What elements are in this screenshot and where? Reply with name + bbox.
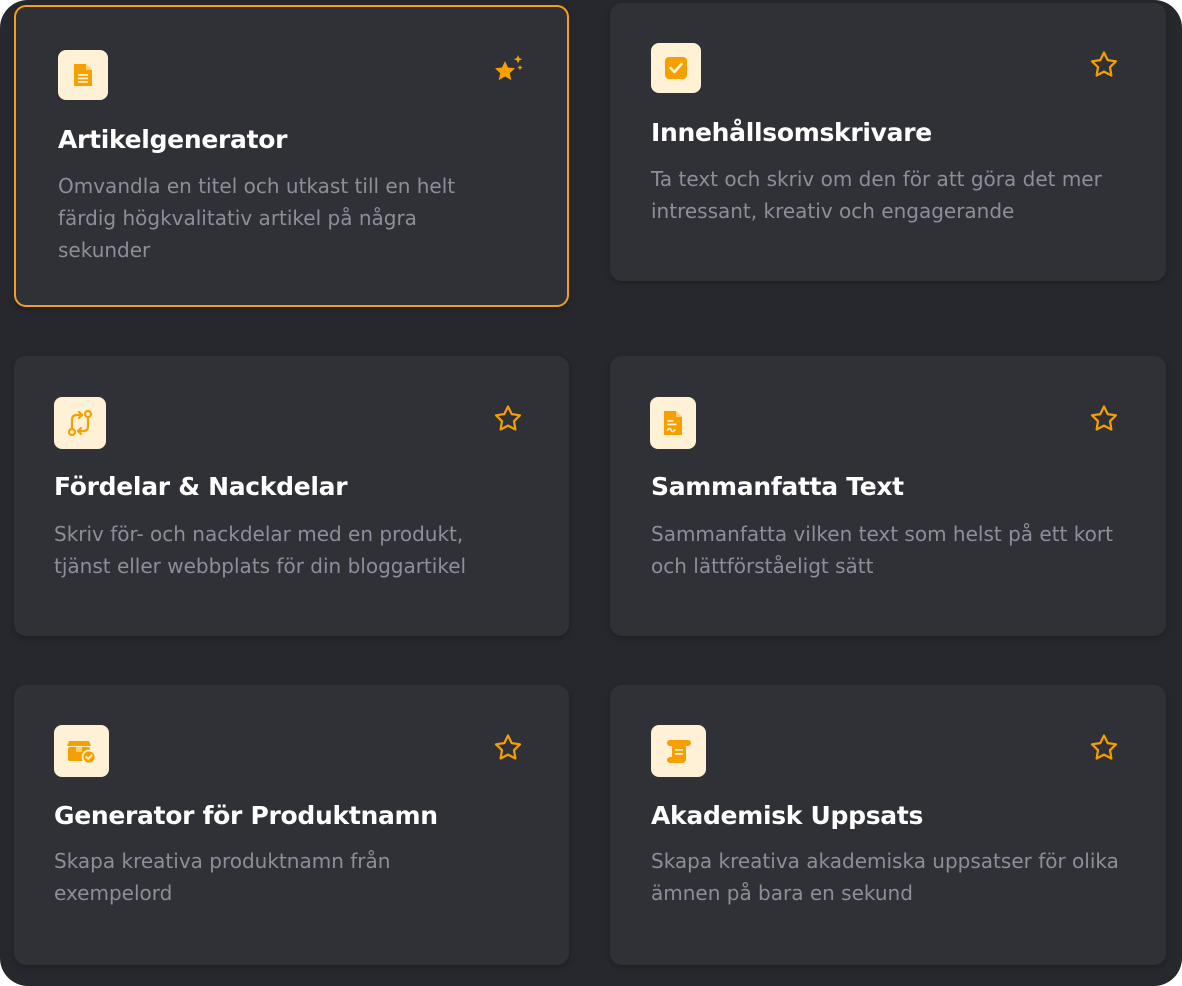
product-box-icon (54, 725, 109, 777)
card-title: Sammanfatta Text (651, 472, 904, 501)
card-title: Akademisk Uppsats (651, 801, 924, 830)
tool-card-sammanfatta-text[interactable]: Sammanfatta Text Sammanfatta vilken text… (610, 356, 1166, 636)
document-icon (58, 50, 108, 100)
star-outline-icon[interactable] (1087, 731, 1121, 765)
star-outline-icon[interactable] (1087, 48, 1121, 82)
card-description: Skapa kreativa akademiska uppsatser för … (651, 849, 1119, 905)
star-outline-icon[interactable] (491, 402, 525, 436)
compare-arrows-icon (54, 397, 106, 449)
scroll-icon (651, 725, 706, 777)
card-description: Ta text och skriv om den för att göra de… (651, 167, 1102, 223)
card-title: Artikelgenerator (58, 125, 288, 154)
tool-card-akademisk-uppsats[interactable]: Akademisk Uppsats Skapa kreativa akademi… (610, 685, 1166, 965)
card-description: Sammanfatta vilken text som helst på ett… (651, 522, 1113, 578)
star-outline-icon[interactable] (1087, 402, 1121, 436)
tool-grid: Artikelgenerator Omvandla en titel och u… (0, 0, 1182, 986)
card-description: Skapa kreativa produktnamn från exempelo… (54, 849, 391, 905)
card-title: Innehållsomskrivare (651, 118, 932, 147)
checkbox-icon (651, 43, 701, 93)
sparkle-star-icon[interactable] (492, 52, 526, 86)
tool-card-produktnamn[interactable]: Generator för Produktnamn Skapa kreativa… (14, 685, 569, 965)
tool-card-artikelgenerator[interactable]: Artikelgenerator Omvandla en titel och u… (14, 5, 569, 307)
star-outline-icon[interactable] (491, 731, 525, 765)
card-description: Skriv för- och nackdelar med en produkt,… (54, 522, 467, 578)
tool-card-innehallsomskrivare[interactable]: Innehållsomskrivare Ta text och skriv om… (610, 3, 1166, 281)
tool-card-fordelar-nackdelar[interactable]: Fördelar & Nackdelar Skriv för- och nack… (14, 356, 569, 636)
card-title: Fördelar & Nackdelar (54, 472, 348, 501)
card-title: Generator för Produktnamn (54, 801, 438, 830)
card-description: Omvandla en titel och utkast till en hel… (58, 174, 456, 262)
summary-document-icon (650, 397, 696, 449)
